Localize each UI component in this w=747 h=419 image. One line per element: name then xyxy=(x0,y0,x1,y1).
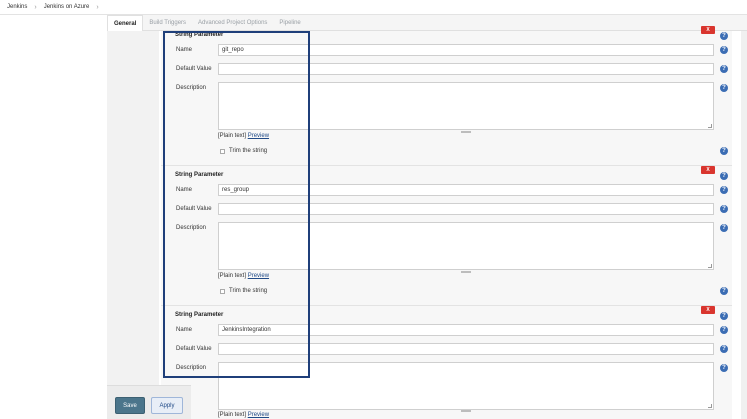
help-icon[interactable]: ? xyxy=(720,172,728,180)
param-3-description-textarea[interactable] xyxy=(218,362,714,410)
name-label: Name xyxy=(176,187,193,193)
help-icon[interactable]: ? xyxy=(720,287,728,295)
breadcrumb-separator: › xyxy=(34,3,37,11)
param-1-trim-checkbox[interactable] xyxy=(220,149,225,154)
plain-text-label: [Plain text] xyxy=(218,273,247,279)
preview-link[interactable]: Preview xyxy=(248,273,269,279)
help-icon[interactable]: ? xyxy=(720,312,728,320)
help-icon[interactable]: ? xyxy=(720,147,728,155)
param-2-description-textarea[interactable] xyxy=(218,222,714,270)
left-gutter xyxy=(107,15,159,419)
breadcrumb-separator: › xyxy=(96,3,99,11)
help-icon[interactable]: ? xyxy=(720,326,728,334)
resize-handle[interactable] xyxy=(708,124,712,128)
format-note: [Plain text] Preview xyxy=(218,133,269,139)
help-icon[interactable]: ? xyxy=(720,65,728,73)
help-icon[interactable]: ? xyxy=(720,32,728,40)
breadcrumb-jenkins[interactable]: Jenkins xyxy=(7,4,27,10)
param-2-name-input[interactable]: res_group xyxy=(218,184,714,196)
param-1-description-textarea[interactable] xyxy=(218,82,714,130)
plain-text-label: [Plain text] xyxy=(218,133,247,139)
delete-param-2-button[interactable]: X xyxy=(701,166,715,174)
name-label: Name xyxy=(176,327,193,333)
trim-label: Trim the string xyxy=(229,288,268,294)
description-label: Description xyxy=(176,365,207,371)
tab-build-triggers[interactable]: Build Triggers xyxy=(143,15,192,31)
delete-param-1-button[interactable]: X xyxy=(701,26,715,34)
jenkins-config-page: Jenkins › Jenkins on Azure › General Bui… xyxy=(0,0,747,419)
name-label: Name xyxy=(176,47,193,53)
param-2-trim-checkbox[interactable] xyxy=(220,289,225,294)
preview-link[interactable]: Preview xyxy=(248,133,269,139)
param-1-heading: String Parameter xyxy=(175,32,224,38)
textarea-grip[interactable] xyxy=(461,271,471,273)
param-3-name-input[interactable]: JenkinsIntegration xyxy=(218,324,714,336)
tab-advanced-project-options[interactable]: Advanced Project Options xyxy=(192,15,273,31)
help-icon[interactable]: ? xyxy=(720,46,728,54)
scrollbar[interactable] xyxy=(741,31,747,419)
param-1-default-input[interactable] xyxy=(218,63,714,75)
param-1-name-input[interactable]: git_repo xyxy=(218,44,714,56)
help-icon[interactable]: ? xyxy=(720,364,728,372)
resize-handle[interactable] xyxy=(708,404,712,408)
tab-pipeline[interactable]: Pipeline xyxy=(273,15,306,31)
apply-button[interactable]: Apply xyxy=(151,397,183,414)
breadcrumb: Jenkins › Jenkins on Azure › xyxy=(0,0,747,15)
delete-param-3-button[interactable]: X xyxy=(701,306,715,314)
help-icon[interactable]: ? xyxy=(720,345,728,353)
config-tabs: General Build Triggers Advanced Project … xyxy=(107,15,747,31)
param-2-default-input[interactable] xyxy=(218,203,714,215)
help-icon[interactable]: ? xyxy=(720,205,728,213)
param-3-heading: String Parameter xyxy=(175,312,224,318)
textarea-grip[interactable] xyxy=(461,131,471,133)
help-icon[interactable]: ? xyxy=(720,84,728,92)
default-value-label: Default Value xyxy=(176,346,212,352)
description-label: Description xyxy=(176,85,207,91)
default-value-label: Default Value xyxy=(176,66,212,72)
param-3-default-input[interactable] xyxy=(218,343,714,355)
plain-text-label: [Plain text] xyxy=(218,412,247,418)
trim-label: Trim the string xyxy=(229,148,268,154)
tab-general[interactable]: General xyxy=(107,15,144,31)
format-note: [Plain text] Preview xyxy=(218,273,269,279)
resize-handle[interactable] xyxy=(708,264,712,268)
param-2-heading: String Parameter xyxy=(175,172,224,178)
description-label: Description xyxy=(176,225,207,231)
preview-link[interactable]: Preview xyxy=(248,412,269,418)
help-icon[interactable]: ? xyxy=(720,186,728,194)
textarea-grip[interactable] xyxy=(461,410,471,412)
format-note: [Plain text] Preview xyxy=(218,412,269,418)
default-value-label: Default Value xyxy=(176,206,212,212)
help-icon[interactable]: ? xyxy=(720,224,728,232)
breadcrumb-job[interactable]: Jenkins on Azure xyxy=(44,4,90,10)
save-button[interactable]: Save xyxy=(115,397,145,414)
